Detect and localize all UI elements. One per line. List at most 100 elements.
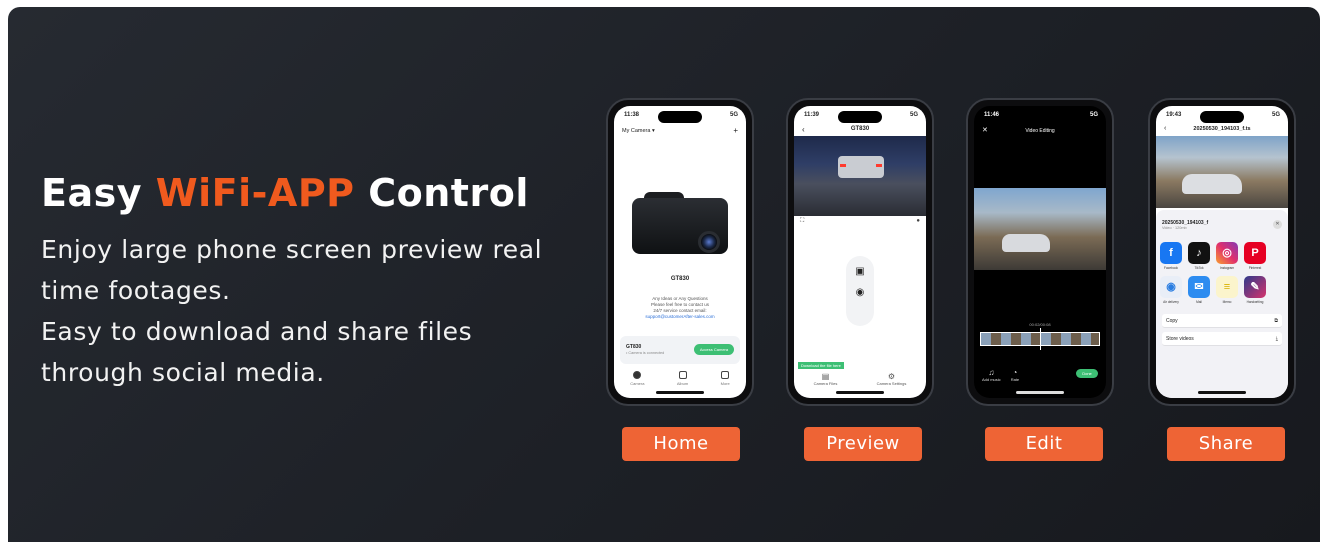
instagram-icon: ◎ [1216, 242, 1238, 264]
label-share: Share [1167, 427, 1285, 461]
fullscreen-icon[interactable]: ⛶ [800, 218, 804, 225]
label-preview: Preview [804, 427, 922, 461]
dynamic-island [658, 111, 702, 123]
store-videos-action[interactable]: Store videos ⤓ [1162, 332, 1282, 346]
share-facebook[interactable]: f Facebook [1160, 242, 1182, 270]
preview-title: GT830 [850, 126, 870, 132]
label-edit: Edit [985, 427, 1103, 461]
camera-settings-label: Camera Settings [876, 381, 907, 386]
share-instagram[interactable]: ◎ Instagram [1216, 242, 1238, 270]
dynamic-island [1200, 111, 1244, 123]
close-icon[interactable]: ✕ [1273, 220, 1282, 229]
edit-video-frame [974, 188, 1106, 270]
tiktok-icon: ♪ [1188, 242, 1210, 264]
car-in-frame [1002, 234, 1050, 252]
edit-title: Video Editing [1025, 128, 1055, 134]
preview-icons: ⛶ ● [800, 218, 920, 225]
app-label: Facebook [1164, 266, 1178, 270]
description-line: through social media. [41, 358, 325, 387]
card-status: • Camera is connected [626, 351, 665, 355]
phone-edit: 11:46 5G ✕ Video Editing 00:02/00:08 ♫ Add… [966, 98, 1114, 406]
add-music-label: Add music [982, 377, 1001, 382]
share-pinterest[interactable]: P Pinterest [1244, 242, 1266, 270]
headline-accent: WiFi-APP [155, 171, 355, 215]
home-screen: 11:38 5G My Camera ▾ + GT830 Any Ideas or… [614, 106, 746, 398]
status-signal: 5G [729, 112, 738, 118]
status-time: 11:46 [984, 112, 1000, 118]
share-memo[interactable]: ≡ Memo [1216, 276, 1238, 304]
capture-controls: ▣ ◉ [846, 256, 874, 326]
camera-selector[interactable]: My Camera ▾ [622, 128, 655, 134]
app-label: Pinterest [1248, 266, 1262, 270]
status-time: 11:39 [804, 112, 820, 118]
share-file-title: 20250530_194103_f.ts [1193, 126, 1251, 132]
card-camera-name: GT830 [626, 344, 642, 350]
camera-files-label: Camera Files [813, 381, 838, 386]
camera-card: GT830 • Camera is connected Access Camer… [620, 336, 740, 364]
home-indicator [1198, 391, 1246, 394]
store-label: Store videos [1166, 335, 1194, 342]
add-icon[interactable]: + [733, 126, 738, 135]
tab-camera[interactable]: Camera [630, 371, 644, 386]
tab-label: More [720, 381, 730, 386]
share-handwriting[interactable]: ✎ Handwriting [1244, 276, 1266, 304]
camera-settings-button[interactable]: ⚙ Camera Settings [877, 372, 907, 386]
tab-more[interactable]: More [721, 371, 730, 386]
share-apps-row: ◉ Air delivery ✉ Mail ≡ Memo ✎ Handwriting [1160, 276, 1288, 304]
file-icon: ▤ [821, 372, 830, 381]
status-time: 19:43 [1166, 112, 1182, 118]
home-indicator [1016, 391, 1064, 394]
add-music-button[interactable]: ♫ Add music [982, 368, 1001, 382]
download-hint: Download the file here [798, 362, 844, 369]
description-line: Enjoy large phone screen preview real [41, 235, 543, 264]
pinterest-icon: P [1244, 242, 1266, 264]
camera-files-button[interactable]: ▤ Camera Files [814, 372, 838, 386]
tail-light [876, 164, 882, 167]
car-in-feed [838, 156, 884, 178]
dashcam-lens [698, 231, 720, 253]
home-indicator [656, 391, 704, 394]
timecode: 00:02/00:08 [1029, 322, 1051, 327]
memo-icon: ≡ [1216, 276, 1238, 298]
rate-button[interactable]: ◔ Rate [1011, 368, 1019, 382]
description: Enjoy large phone screen preview real ti… [41, 229, 601, 393]
share-file-info: 20250530_194103_f Video · 120mb [1162, 220, 1208, 230]
headline-suffix: Control [354, 171, 529, 215]
copy-action[interactable]: Copy ⧉ [1162, 314, 1282, 328]
share-tiktok[interactable]: ♪ TikTok [1188, 242, 1210, 270]
dynamic-island [838, 111, 882, 123]
share-air-delivery[interactable]: ◉ Air delivery [1160, 276, 1182, 304]
support-info: Any Ideas or Any Questions Please feel f… [614, 296, 746, 320]
status-signal: 5G [1089, 112, 1098, 118]
app-label: TikTok [1194, 266, 1204, 270]
tab-album[interactable]: Album [677, 371, 688, 386]
playhead[interactable] [1040, 328, 1041, 350]
share-mail[interactable]: ✉ Mail [1188, 276, 1210, 304]
tab-label: Camera [630, 381, 645, 386]
support-email-link[interactable]: support@customerAfter-sales.com [614, 314, 746, 320]
access-camera-button[interactable]: Access Camera [694, 344, 734, 355]
tab-label: Album [676, 381, 689, 386]
description-line: time footages. [41, 276, 231, 305]
file-meta: Video · 120mb [1162, 226, 1187, 230]
status-signal: 5G [1271, 112, 1280, 118]
share-sheet: 20250530_194103_f Video · 120mb ✕ f Facebo… [1156, 210, 1288, 398]
snapshot-icon[interactable]: ◉ [846, 287, 874, 298]
app-label: Mail [1196, 300, 1202, 304]
dynamic-island [1018, 111, 1062, 123]
phone-preview: 11:39 5G ‹ GT830 ⛶ ● ▣ ◉ Download the file… [786, 98, 934, 406]
home-indicator [836, 391, 884, 394]
airdrop-icon: ◉ [1160, 276, 1182, 298]
download-icon: ⤓ [1275, 335, 1278, 342]
rate-label: Rate [1010, 377, 1020, 382]
share-screen: 19:43 5G ‹ 20250530_194103_f.ts 20250530_… [1156, 106, 1288, 398]
app-label: Instagram [1219, 266, 1235, 270]
edit-screen: 11:46 5G ✕ Video Editing 00:02/00:08 ♫ Add… [974, 106, 1106, 398]
edit-tools: ♫ Add music ◔ Rate [982, 368, 1019, 382]
headline-prefix: Easy [41, 171, 156, 215]
record-video-icon[interactable]: ▣ [846, 266, 874, 277]
speed-icon: ◔ [1012, 368, 1018, 377]
done-button[interactable]: Done [1076, 369, 1098, 378]
mic-icon[interactable]: ● [916, 218, 920, 225]
copy-icon: ⧉ [1274, 317, 1278, 324]
